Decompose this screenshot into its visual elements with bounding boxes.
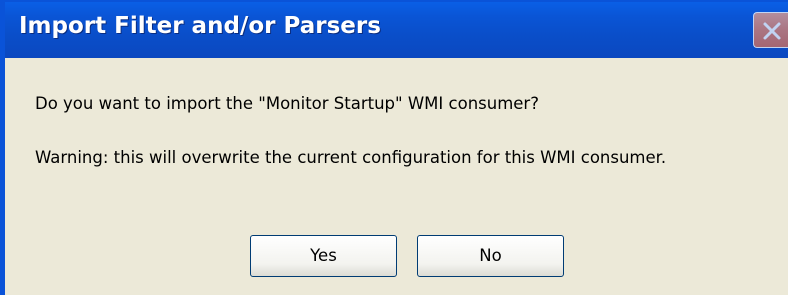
close-button[interactable] [753,12,788,48]
no-button[interactable]: No [417,235,564,277]
question-text: Do you want to import the "Monitor Start… [35,94,539,113]
title-bar[interactable]: Import Filter and/or Parsers [5,2,788,58]
yes-button[interactable]: Yes [250,235,397,277]
warning-text: Warning: this will overwrite the current… [35,148,667,167]
dialog-title: Import Filter and/or Parsers [19,13,381,39]
import-dialog-window: Import Filter and/or Parsers Do you want… [0,0,788,295]
dialog-body: Do you want to import the "Monitor Start… [5,58,788,295]
close-icon [763,22,781,40]
